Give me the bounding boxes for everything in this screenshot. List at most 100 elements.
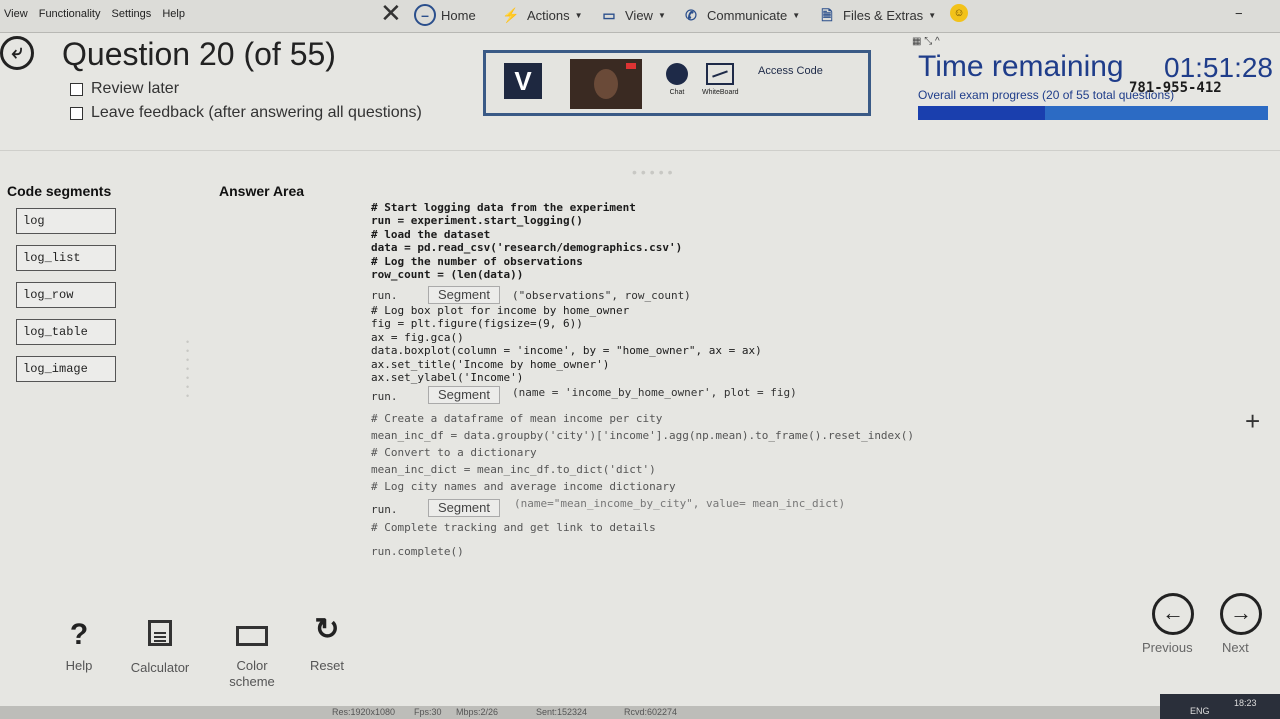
status-sent: Sent:152324 (536, 707, 588, 717)
status-received: Rcvd:602274 (624, 707, 678, 717)
menu-bar: View Functionality Settings Help ✕ – Hom… (0, 0, 1280, 33)
plus-icon[interactable]: + (1245, 406, 1260, 437)
code-block-3: # Create a dataframe of mean income per … (371, 412, 915, 493)
splitter-handle[interactable]: • • • • • • • (186, 338, 192, 401)
reset-button[interactable]: ↻ Reset (302, 612, 352, 673)
menu-view[interactable]: View (4, 8, 28, 20)
communicate-menu[interactable]: ✆ Communicate ▼ (680, 4, 800, 26)
progress-label: Overall exam progress (20 of 55 total qu… (918, 88, 1175, 102)
leave-feedback-label: Leave feedback (after answering all ques… (91, 104, 422, 121)
checkbox-icon (70, 82, 83, 96)
system-clock: 18:23 (1234, 698, 1257, 708)
segment-log-list[interactable]: log_list (16, 245, 116, 271)
previous-icon[interactable]: ← (1152, 593, 1194, 635)
monitor-icon: ▭ (602, 7, 616, 23)
whiteboard-button[interactable]: WhiteBoard (702, 63, 739, 96)
segment-drop-slot-1[interactable]: Segment (428, 286, 500, 304)
language-indicator[interactable]: ENG (1190, 706, 1210, 716)
segment-log-row[interactable]: log_row (16, 282, 116, 308)
access-code: Access Code 781-955-412 (758, 65, 1222, 96)
segment-log-image[interactable]: log_image (16, 356, 116, 382)
segment-log-table[interactable]: log_table (16, 319, 116, 345)
home-icon: – (414, 4, 436, 26)
back-icon[interactable]: ⤶ (0, 36, 34, 70)
view-menu[interactable]: ▭ View ▼ (598, 4, 666, 26)
emoji-button[interactable]: ☺ (950, 4, 968, 22)
chevron-down-icon: ▼ (657, 10, 666, 20)
previous-button[interactable]: Previous (1142, 640, 1193, 655)
reset-label: Reset (310, 658, 344, 673)
lightning-icon: ⚡ (502, 7, 520, 23)
chat-button[interactable]: Chat (666, 63, 688, 96)
whiteboard-label: WhiteBoard (702, 89, 739, 96)
recording-indicator (626, 63, 636, 69)
menu-functionality[interactable]: Functionality (39, 8, 101, 20)
next-button[interactable]: Next (1222, 640, 1249, 655)
home-label: Home (441, 7, 476, 23)
help-icon: ? (69, 618, 89, 651)
monitor-icon (236, 626, 268, 646)
proctor-logo: V (504, 63, 542, 99)
run-prefix: run. (371, 390, 398, 403)
files-label: Files & Extras (843, 7, 924, 23)
actions-label: Actions (527, 7, 570, 23)
segment-log[interactable]: log (16, 208, 116, 234)
access-code-label: Access Code (758, 65, 823, 77)
view-label: View (625, 7, 653, 23)
leave-feedback-checkbox[interactable]: Leave feedback (after answering all ques… (70, 104, 422, 122)
menu-help[interactable]: Help (162, 8, 185, 20)
header-divider (0, 150, 1280, 151)
status-fps: Fps:30 (414, 707, 442, 717)
run-args-3: (name="mean_income_by_city", value= mean… (514, 497, 846, 510)
status-resolution: Res:1920x1080 (332, 707, 396, 717)
minimize-icon[interactable]: − (1235, 6, 1243, 21)
color-scheme-label: Color scheme (229, 658, 275, 689)
run-prefix: run. (371, 289, 398, 302)
webcam-preview (570, 59, 642, 109)
progress-fill (918, 106, 1046, 120)
review-later-checkbox[interactable]: Review later (70, 80, 179, 98)
menu-settings[interactable]: Settings (112, 8, 152, 20)
status-mbps: Mbps:2/26 (456, 707, 499, 717)
whiteboard-icon (706, 63, 735, 85)
checkbox-icon (70, 106, 83, 120)
next-icon[interactable]: → (1220, 593, 1262, 635)
review-later-label: Review later (91, 80, 180, 97)
question-title: Question 20 (of 55) (62, 36, 336, 72)
segment-drop-slot-2[interactable]: Segment (428, 386, 500, 404)
timer-controls[interactable]: ▦ ⤡ ^ (912, 36, 940, 47)
run-prefix: run. (371, 503, 398, 516)
phone-icon: ✆ (685, 7, 697, 23)
resize-handle[interactable]: ••••• (632, 164, 677, 180)
smiley-icon: ☺ (950, 4, 968, 22)
proctor-panel: V Chat WhiteBoard Access Code 781-955-41… (483, 50, 1222, 116)
reset-icon: ↻ (314, 613, 340, 646)
communicate-label: Communicate (707, 7, 788, 23)
chat-label: Chat (669, 89, 685, 96)
calculator-button[interactable]: Calculator (122, 616, 198, 675)
calculator-icon (148, 620, 172, 646)
home-button[interactable]: – Home (414, 4, 476, 26)
code-block-1: # Start logging data from the experiment… (371, 201, 683, 282)
time-remaining-value: 01:51:28 (1164, 52, 1273, 83)
chevron-down-icon: ▼ (928, 10, 937, 20)
segment-drop-slot-3[interactable]: Segment (428, 499, 500, 517)
code-block-2: # Log box plot for income by home_owner … (371, 304, 762, 385)
run-args-2: (name = 'income_by_home_owner', plot = f… (512, 386, 797, 399)
chevron-down-icon: ▼ (792, 10, 801, 20)
close-icon[interactable]: ✕ (380, 0, 402, 29)
code-block-5: run.complete() (371, 545, 464, 558)
progress-bar (918, 106, 1268, 120)
file-icon: 🗎 (821, 7, 833, 23)
code-segments-heading: Code segments (7, 183, 112, 199)
files-menu[interactable]: 🗎 Files & Extras ▼ (816, 4, 936, 26)
help-button[interactable]: ? Help (56, 618, 102, 673)
actions-menu[interactable]: ⚡ Actions ▼ (500, 4, 582, 26)
app-menu: View Functionality Settings Help (4, 8, 193, 20)
time-remaining-label: Time remaining (918, 50, 1124, 83)
webcam-face (594, 69, 618, 99)
run-args-1: ("observations", row_count) (512, 289, 691, 302)
code-block-4: # Complete tracking and get link to deta… (371, 521, 656, 534)
help-label: Help (65, 658, 93, 673)
color-scheme-button[interactable]: Color scheme (216, 616, 288, 690)
